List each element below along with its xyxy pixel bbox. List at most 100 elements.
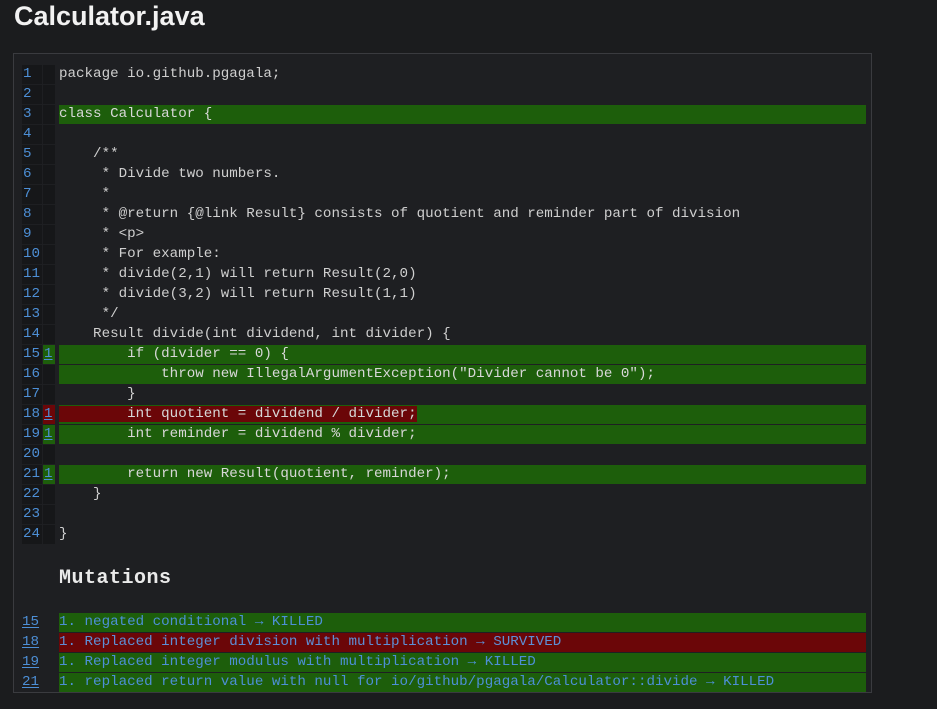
code-line: 21 1 return new Result(quotient, reminder… bbox=[22, 465, 867, 484]
mutation-count bbox=[43, 225, 55, 244]
mutation-count bbox=[43, 285, 55, 304]
source-text: package io.github.pgagala; bbox=[59, 66, 281, 82]
mutation-description: 1. negated conditional → KILLED bbox=[59, 613, 866, 632]
line-number: 21 bbox=[22, 465, 42, 484]
mutation-count bbox=[43, 125, 55, 144]
line-number: 8 bbox=[22, 205, 42, 224]
line-number: 7 bbox=[22, 185, 42, 204]
mutation-count-link[interactable]: 1 bbox=[43, 426, 53, 442]
mutation-count bbox=[43, 445, 55, 464]
code-line: 16 throw new IllegalArgumentException("D… bbox=[22, 365, 867, 384]
line-number: 17 bbox=[22, 385, 42, 404]
source-text: return new Result(quotient, reminder); bbox=[59, 465, 866, 484]
mutation-count bbox=[43, 325, 55, 344]
mutation-row: 15 1. negated conditional → KILLED bbox=[22, 613, 867, 632]
survived-code: int quotient = dividend / divider; bbox=[59, 406, 417, 422]
line-number: 20 bbox=[22, 445, 42, 464]
source-text: int reminder = dividend % divider; bbox=[59, 425, 866, 444]
line-number: 6 bbox=[22, 165, 42, 184]
line-number: 22 bbox=[22, 485, 42, 504]
code-line: 7 * bbox=[22, 185, 867, 204]
code-line: 19 1 int reminder = dividend % divider; bbox=[22, 425, 867, 444]
mutation-count bbox=[43, 205, 55, 224]
code-line: 3 class Calculator { bbox=[22, 105, 867, 124]
source-text: * For example: bbox=[59, 246, 221, 262]
code-line: 13 */ bbox=[22, 305, 867, 324]
line-number: 2 bbox=[22, 85, 42, 104]
mutation-description: 1. replaced return value with null for i… bbox=[59, 673, 866, 692]
mutation-row: 19 1. Replaced integer modulus with multi… bbox=[22, 653, 867, 672]
source-text: */ bbox=[59, 306, 119, 322]
mutation-count bbox=[43, 85, 55, 104]
code-line: 11 * divide(2,1) will return Result(2,0) bbox=[22, 265, 867, 284]
line-number: 4 bbox=[22, 125, 42, 144]
code-line: 6 * Divide two numbers. bbox=[22, 165, 867, 184]
mutation-count bbox=[43, 485, 55, 504]
line-number: 16 bbox=[22, 365, 42, 384]
source-code-panel: 1 package io.github.pgagala; 2 3 class Calcu… bbox=[13, 53, 872, 693]
mutation-count bbox=[43, 305, 55, 324]
mutation-count bbox=[43, 245, 55, 264]
line-number: 14 bbox=[22, 325, 42, 344]
code-line: 12 * divide(3,2) will return Result(1,1) bbox=[22, 285, 867, 304]
mutation-count bbox=[43, 105, 55, 124]
code-line: 15 1 if (divider == 0) { bbox=[22, 345, 867, 364]
code-line: 4 bbox=[22, 125, 867, 144]
source-text: throw new IllegalArgumentException("Divi… bbox=[59, 365, 866, 384]
mutation-description: 1. Replaced integer division with multip… bbox=[59, 633, 866, 652]
code-line: 2 bbox=[22, 85, 867, 104]
mutation-count bbox=[43, 145, 55, 164]
line-number: 3 bbox=[22, 105, 42, 124]
mutation-count-link[interactable]: 1 bbox=[43, 466, 53, 482]
line-number: 23 bbox=[22, 505, 42, 524]
mutation-line-link[interactable]: 19 bbox=[22, 653, 54, 672]
mutation-count bbox=[43, 185, 55, 204]
mutation-line-link[interactable]: 18 bbox=[22, 633, 54, 652]
source-text: int quotient = dividend / divider; bbox=[59, 405, 866, 424]
line-number: 13 bbox=[22, 305, 42, 324]
mutation-count-link[interactable]: 1 bbox=[43, 346, 53, 362]
mutation-count: 1 bbox=[43, 345, 55, 364]
line-number: 15 bbox=[22, 345, 42, 364]
mutation-count bbox=[43, 365, 55, 384]
mutation-count bbox=[43, 525, 55, 544]
code-line: 1 package io.github.pgagala; bbox=[22, 65, 867, 84]
source-text: } bbox=[59, 526, 68, 542]
source-text: * bbox=[59, 186, 111, 202]
source-text: * divide(2,1) will return Result(2,0) bbox=[59, 266, 417, 282]
line-number: 10 bbox=[22, 245, 42, 264]
source-text: /** bbox=[59, 146, 119, 162]
line-number: 9 bbox=[22, 225, 42, 244]
mutation-description: 1. Replaced integer modulus with multipl… bbox=[59, 653, 866, 672]
mutation-line-link[interactable]: 15 bbox=[22, 613, 54, 632]
line-number: 18 bbox=[22, 405, 42, 424]
code-line: 20 bbox=[22, 445, 867, 464]
source-text: } bbox=[59, 486, 102, 502]
code-line: 17 } bbox=[22, 385, 867, 404]
line-number: 1 bbox=[22, 65, 42, 84]
source-text: * <p> bbox=[59, 226, 145, 242]
source-text: class Calculator { bbox=[59, 105, 866, 124]
code-line: 22 } bbox=[22, 485, 867, 504]
code-line: 8 * @return {@link Result} consists of q… bbox=[22, 205, 867, 224]
source-text: if (divider == 0) { bbox=[59, 345, 866, 364]
page-title: Calculator.java bbox=[14, 1, 205, 31]
line-number: 19 bbox=[22, 425, 42, 444]
mutation-count bbox=[43, 505, 55, 524]
code-line: 14 Result divide(int dividend, int divid… bbox=[22, 325, 867, 344]
mutation-count: 1 bbox=[43, 465, 55, 484]
mutation-count bbox=[43, 265, 55, 284]
code-line: 10 * For example: bbox=[22, 245, 867, 264]
code-line: 24} bbox=[22, 525, 867, 544]
mutation-count-link[interactable]: 1 bbox=[43, 406, 53, 422]
line-number: 24 bbox=[22, 525, 42, 544]
mutation-count: 1 bbox=[43, 405, 55, 424]
code-line: 23 bbox=[22, 505, 867, 524]
source-text: * Divide two numbers. bbox=[59, 166, 281, 182]
line-number: 5 bbox=[22, 145, 42, 164]
source-text: * @return {@link Result} consists of quo… bbox=[59, 206, 741, 222]
line-number: 12 bbox=[22, 285, 42, 304]
line-number: 11 bbox=[22, 265, 42, 284]
mutation-line-link[interactable]: 21 bbox=[22, 673, 54, 692]
code-line: 9 * <p> bbox=[22, 225, 867, 244]
